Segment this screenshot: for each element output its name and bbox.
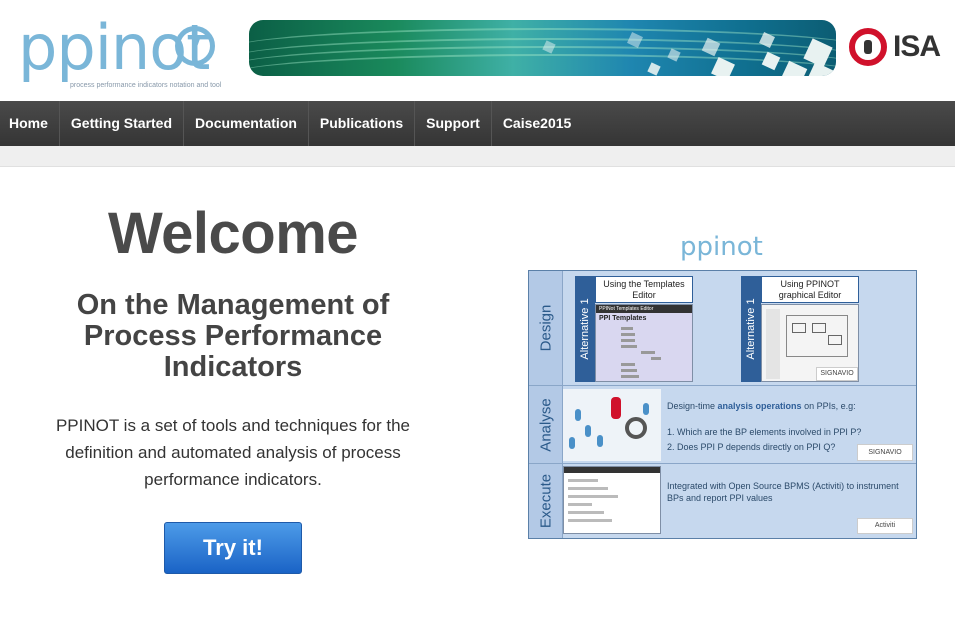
sub-bar [0,146,955,167]
main-navigation: Home Getting Started Documentation Publi… [0,101,955,146]
figure-row-execute: Execute Integrated with Open Source BPMS… [529,464,916,538]
subtitle-heading: On the Management of Process Performance… [76,289,390,383]
templates-editor-screenshot: PPINot Templates Editor PPI Templates [595,304,693,382]
nav-support[interactable]: Support [415,101,492,146]
activiti-badge: Activiti [857,518,913,534]
row-label-analyse: Analyse [529,386,563,463]
isa-logo-text: ISA [893,30,941,63]
templates-heading: PPI Templates [599,315,647,322]
header-banner [249,20,836,76]
try-it-button[interactable]: Try it! [164,522,302,574]
gauge-icon [175,26,215,66]
nav-home[interactable]: Home [0,101,60,146]
execute-text: Integrated with Open Source BPMS (Activi… [667,481,899,503]
nav-caise2015[interactable]: Caise2015 [492,101,583,146]
signavio-badge-analyse: SIGNAVIO [857,444,913,461]
logo-tagline: process performance indicators notation … [70,82,222,89]
analysis-item-1: 1. Which are the BP elements involved in… [667,427,862,437]
analysis-network-image [563,389,661,461]
figure-row-analyse: Analyse Design-time analysis operations … [529,386,916,464]
templates-editor-bar: PPINot Templates Editor [596,305,692,313]
alt-label-graphical: Alternative 1 [741,276,761,382]
signavio-badge-design: SIGNAVIO [816,367,858,381]
nav-getting-started[interactable]: Getting Started [60,101,185,146]
isa-ring-icon [849,28,887,66]
isa-logo[interactable]: ISA [849,26,944,70]
alt-label-templates: Alternative 1 [575,276,595,382]
nav-documentation[interactable]: Documentation [184,101,309,146]
analysis-intro: Design-time analysis operations on PPIs,… [667,401,856,411]
figure-row-design: Design Alternative 1 Using the Templates… [529,271,916,386]
row-label-execute: Execute [529,464,563,538]
welcome-heading: Welcome [107,201,359,266]
graphical-editor-screenshot: SIGNAVIO [761,304,859,382]
figure-ppinot-logo: ppinot [680,232,800,272]
description-text: PPINOT is a set of tools and techniques … [55,416,411,489]
templates-editor-title: Using the Templates Editor [595,276,693,303]
ppinot-overview-figure: Design Alternative 1 Using the Templates… [528,270,917,539]
graphical-editor-title: Using PPINOT graphical Editor [761,276,859,303]
site-header: ppinot process performance indicators no… [0,0,955,101]
row-label-design: Design [529,271,563,385]
nav-publications[interactable]: Publications [309,101,416,146]
activiti-screenshot [563,466,661,534]
ppinot-logo[interactable]: ppinot process performance indicators no… [18,12,233,94]
figure-logo-text: ppinot [680,232,763,262]
